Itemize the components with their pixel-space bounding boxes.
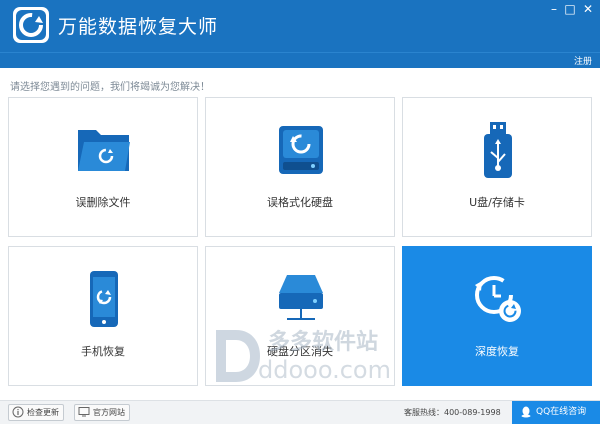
maximize-button[interactable]: □ [562,2,578,16]
usb-drive-icon [484,122,512,178]
card-label: 深度恢复 [475,345,519,358]
card-mobile-recovery[interactable]: 手机恢复 [8,246,198,386]
card-label: 手机恢复 [81,345,125,358]
app-logo-icon [13,7,49,43]
official-site-button[interactable]: 官方网站 [74,404,130,421]
hard-disk-icon [279,126,323,174]
card-label: 硬盘分区消失 [267,345,333,358]
card-usb-storage[interactable]: U盘/存储卡 [402,97,592,237]
hotline-text: 客服热线：400-089-1998 [404,408,501,417]
register-link[interactable]: 注册 [574,54,592,67]
info-icon [12,406,24,418]
qq-consult-button[interactable]: QQ在线咨询 [512,401,600,424]
card-deep-recovery[interactable]: 深度恢复 [402,246,592,386]
qq-penguin-icon [521,406,531,418]
check-update-label: 检查更新 [27,408,59,417]
footer-bar: 检查更新 官方网站 客服热线：400-089-1998 QQ在线咨询 [0,400,600,424]
card-deleted-files[interactable]: 误删除文件 [8,97,198,237]
card-formatted-disk[interactable]: 误格式化硬盘 [205,97,395,237]
check-update-button[interactable]: 检查更新 [8,404,64,421]
menu-bar: 注册 [0,52,600,68]
card-label: 误格式化硬盘 [267,196,333,209]
title-bar: 万能数据恢复大师 – □ ✕ [0,0,600,52]
monitor-icon [78,407,90,417]
card-label: U盘/存储卡 [469,196,525,209]
close-button[interactable]: ✕ [580,2,596,16]
app-title: 万能数据恢复大师 [58,16,219,38]
prompt-text: 请选择您遇到的问题，我们将竭诚为您解决！ [10,82,210,93]
folder-refresh-icon [78,130,130,171]
card-partition-lost[interactable]: 硬盘分区消失 [205,246,395,386]
deep-recovery-clock-icon [475,276,521,322]
qq-consult-label: QQ在线咨询 [536,407,587,417]
minimize-button[interactable]: – [546,2,562,16]
partition-disk-icon [279,275,323,320]
mobile-phone-icon [90,271,118,327]
official-site-label: 官方网站 [93,408,125,417]
card-label: 误删除文件 [75,196,131,209]
